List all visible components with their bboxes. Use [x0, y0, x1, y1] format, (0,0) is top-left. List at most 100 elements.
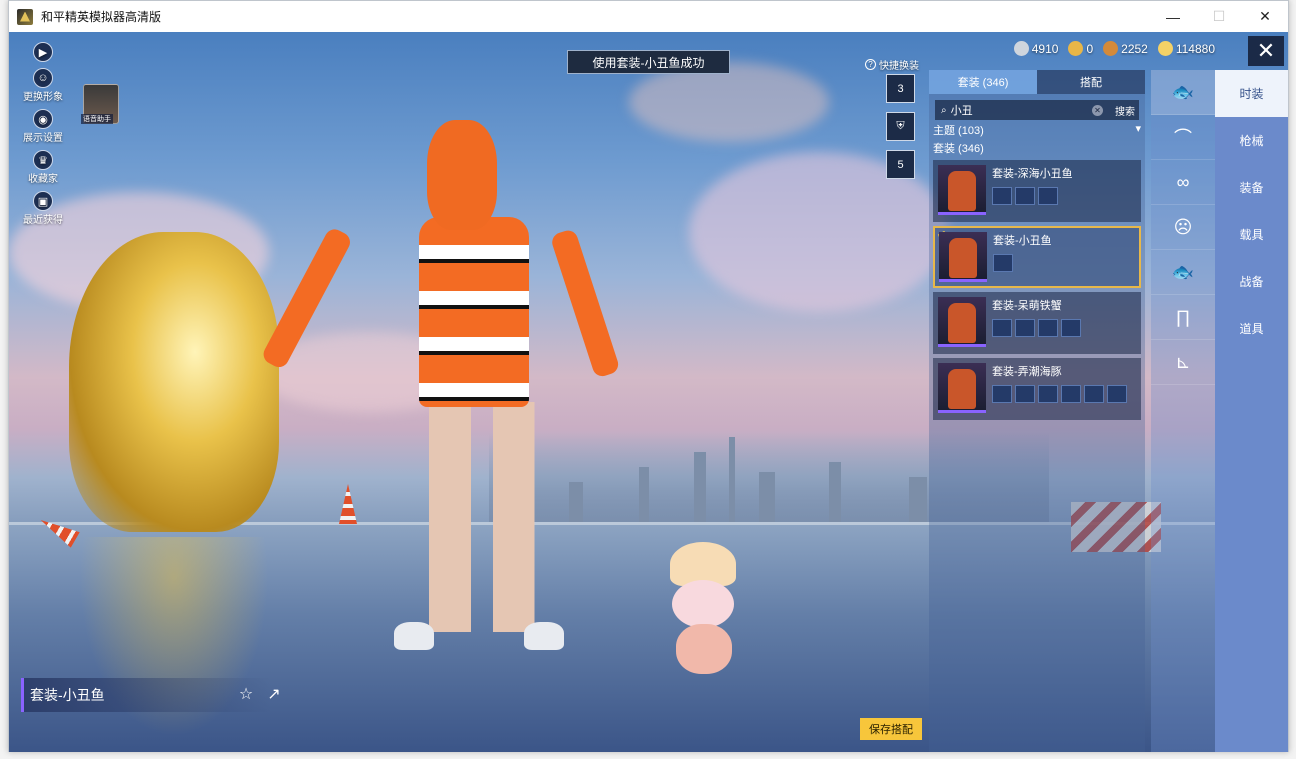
outfit-piece-thumb[interactable]	[1061, 385, 1081, 403]
golden-dragon-mount	[69, 232, 279, 532]
sets-count-label: 套装 (346)	[933, 143, 984, 155]
window-controls: — ☐ ✕	[1150, 1, 1288, 32]
bronze-coin-icon	[1103, 41, 1119, 56]
quick-slot-1[interactable]: 3	[886, 74, 915, 103]
pet-companion	[664, 542, 744, 674]
menu-item-1[interactable]: 枪械	[1215, 117, 1288, 164]
save-outfit-button[interactable]: 保存搭配	[860, 718, 922, 740]
gold-badge-icon	[1068, 41, 1084, 56]
quick-change-label[interactable]: ? 快捷换装	[865, 57, 919, 72]
outfit-piece-thumb[interactable]	[1061, 319, 1081, 337]
set-thumbnail	[938, 297, 986, 347]
outfit-piece-thumb[interactable]	[993, 254, 1013, 272]
currency-item: 0	[1068, 41, 1093, 56]
outfit-piece-thumb[interactable]	[992, 319, 1012, 337]
menu-item-0[interactable]: 时装	[1215, 70, 1288, 117]
menu-item-5[interactable]: 道具	[1215, 305, 1288, 352]
character-arm	[549, 227, 621, 379]
outfit-piece-thumb[interactable]	[1038, 385, 1058, 403]
game-viewport: ▶ ☺ 更换形象 ◉ 展示设置 ♛ 收藏家 ▣ 最近获得 语音助手 使用套装-小丑鱼成功 491…	[9, 32, 1288, 752]
outfit-piece-thumb[interactable]	[992, 187, 1012, 205]
fish-costume-icon[interactable]: 🐟	[1151, 70, 1215, 115]
app-window: 和平精英模拟器高清版 — ☐ ✕ ▶ ☺ 更换形象 ◉ 展示设置 ♛ 收藏家 ▣…	[8, 0, 1289, 752]
tab-sets[interactable]: 套装 (346)	[929, 70, 1037, 94]
set-list: 套装-深海小丑鱼 ✔套装-小丑鱼套装-呆萌铁蟹套装-弄潮海豚	[929, 160, 1145, 420]
left-tool-4[interactable]: ▣ 最近获得	[23, 191, 63, 226]
gift-icon: ▣	[33, 191, 53, 211]
currency-bar: 4910 0 2252 114880	[1013, 41, 1215, 56]
piece-list	[992, 319, 1081, 337]
favorite-star-icon[interactable]: ☆	[235, 683, 257, 705]
goggles-icon[interactable]: ∞	[1151, 160, 1215, 205]
set-thumbnail	[938, 363, 986, 413]
set-thumbnail	[938, 165, 986, 215]
left-tool-2[interactable]: ◉ 展示设置	[23, 109, 63, 144]
outfit-piece-thumb[interactable]	[1015, 187, 1035, 205]
theme-filter[interactable]: 主题 (103) ▾	[933, 122, 1141, 138]
currency-item: 114880	[1157, 41, 1215, 56]
share-icon[interactable]: ↗	[263, 683, 285, 705]
set-card[interactable]: ✔套装-小丑鱼	[933, 226, 1141, 288]
close-panel-button[interactable]: ✕	[1248, 36, 1284, 66]
cap-icon[interactable]: ⌒	[1151, 115, 1215, 160]
traffic-cone	[339, 484, 357, 524]
play-icon: ▶	[33, 42, 53, 62]
outfit-piece-thumb[interactable]	[1038, 319, 1058, 337]
search-input[interactable]: 小丑	[951, 102, 973, 118]
piece-list	[993, 254, 1052, 272]
left-toolbar: ▶ ☺ 更换形象 ◉ 展示设置 ♛ 收藏家 ▣ 最近获得	[17, 42, 69, 226]
main-menu: 时装 枪械 装备 载具 战备 道具	[1215, 70, 1288, 752]
quick-slot-2[interactable]: ⛨	[886, 112, 915, 141]
locked-slot-icon: ⛨	[896, 120, 905, 132]
piece-list	[992, 385, 1127, 403]
collector-icon: ♛	[33, 150, 53, 170]
voice-assistant-label: 语音助手	[81, 114, 113, 124]
tab-combos[interactable]: 搭配	[1037, 70, 1145, 94]
menu-item-4[interactable]: 战备	[1215, 258, 1288, 305]
menu-item-3[interactable]: 载具	[1215, 211, 1288, 258]
outfit-piece-thumb[interactable]	[1084, 385, 1104, 403]
left-tool-3[interactable]: ♛ 收藏家	[28, 150, 58, 185]
set-card[interactable]: 套装-弄潮海豚	[933, 358, 1141, 420]
mask-icon[interactable]: ☹	[1151, 205, 1215, 250]
panel-tabs: 套装 (346) 搭配	[929, 70, 1145, 94]
clownfish-hood	[427, 120, 497, 230]
close-button[interactable]: ✕	[1242, 1, 1288, 32]
help-icon: ?	[865, 59, 876, 70]
set-title: 套装-弄潮海豚	[992, 366, 1062, 378]
current-outfit-name: 套装-小丑鱼	[21, 678, 271, 712]
display-settings-icon: ◉	[33, 109, 53, 129]
category-column: 🐟 ⌒ ∞ ☹ 🐟 ∏ ⊾	[1151, 70, 1215, 752]
fish-costume-icon[interactable]: 🐟	[1151, 250, 1215, 295]
success-toast: 使用套装-小丑鱼成功	[567, 50, 730, 74]
left-tool-1[interactable]: ☺ 更换形象	[23, 68, 63, 103]
left-tool-0[interactable]: ▶	[33, 42, 53, 62]
change-look-icon: ☺	[33, 68, 53, 88]
clear-icon[interactable]: ✕	[1092, 104, 1103, 116]
outfit-piece-thumb[interactable]	[1015, 319, 1035, 337]
shoes-icon[interactable]: ⊾	[1151, 340, 1215, 385]
set-card[interactable]: 套装-呆萌铁蟹	[933, 292, 1141, 354]
app-logo-icon	[17, 8, 33, 25]
clownfish-outfit	[419, 217, 529, 407]
character-shoe	[394, 622, 434, 650]
menu-item-2[interactable]: 装备	[1215, 164, 1288, 211]
piece-list	[992, 187, 1073, 205]
outfit-piece-thumb[interactable]	[1038, 187, 1058, 205]
quick-slot-3[interactable]: 5	[886, 150, 915, 179]
minimize-button[interactable]: —	[1150, 1, 1196, 32]
search-button[interactable]: 搜索	[1115, 103, 1135, 118]
outfit-piece-thumb[interactable]	[1015, 385, 1035, 403]
search-bar[interactable]: ⌕ 小丑 ✕ 搜索	[935, 100, 1139, 120]
gold-coin-icon	[1157, 41, 1173, 56]
dropdown-arrow-icon: ▾	[1135, 123, 1141, 135]
outfit-panel: 套装 (346) 搭配 ⌕ 小丑 ✕ 搜索 主题 (103) ▾ 套装 (346…	[929, 70, 1145, 752]
set-title: 套装-深海小丑鱼	[992, 168, 1073, 180]
pants-icon[interactable]: ∏	[1151, 295, 1215, 340]
search-icon: ⌕	[941, 104, 947, 116]
set-card[interactable]: 套装-深海小丑鱼	[933, 160, 1141, 222]
maximize-button[interactable]: ☐	[1196, 1, 1242, 32]
outfit-piece-thumb[interactable]	[992, 385, 1012, 403]
outfit-piece-thumb[interactable]	[1107, 385, 1127, 403]
set-title: 套装-小丑鱼	[993, 235, 1052, 247]
